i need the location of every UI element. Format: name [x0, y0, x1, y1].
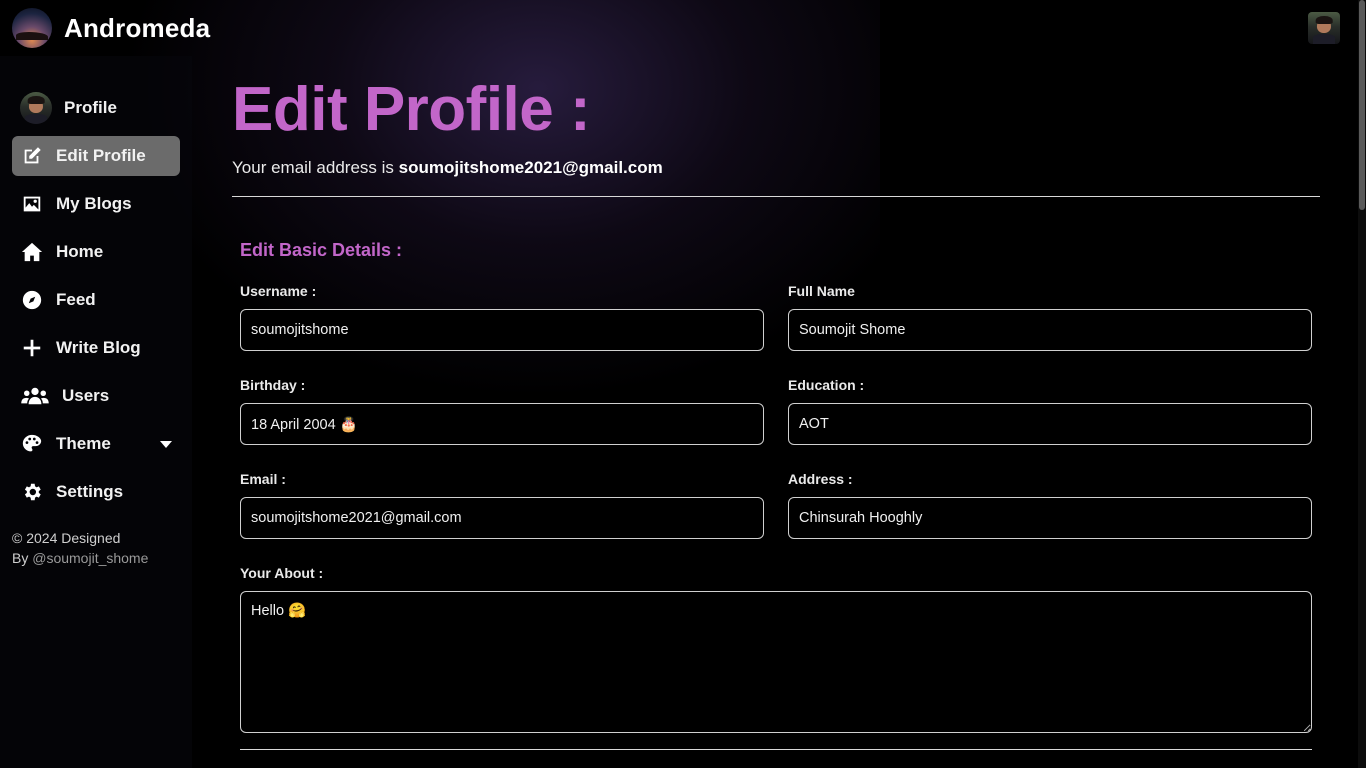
- email-notice: Your email address is soumojitshome2021@…: [232, 158, 663, 178]
- footer-by: By: [12, 550, 29, 566]
- username-field[interactable]: [240, 309, 764, 351]
- footer-handle-link[interactable]: @soumojit_shome: [32, 550, 148, 566]
- sidebar-item-edit-profile[interactable]: Edit Profile: [12, 136, 180, 176]
- user-avatar[interactable]: [1308, 12, 1340, 44]
- username-label: Username :: [240, 283, 317, 299]
- home-icon: [20, 240, 44, 264]
- sidebar: Profile Edit Profile My Blogs Home Feed …: [0, 56, 192, 768]
- footer-copyright: © 2024 Designed: [12, 530, 121, 546]
- divider: [240, 749, 1312, 750]
- profile-avatar: [20, 92, 52, 124]
- education-field[interactable]: [788, 403, 1312, 445]
- sidebar-item-label: Profile: [64, 98, 117, 117]
- sidebar-item-label: My Blogs: [56, 194, 132, 213]
- email-notice-prefix: Your email address is: [232, 158, 394, 177]
- sidebar-item-feed[interactable]: Feed: [12, 280, 180, 320]
- address-label: Address :: [788, 471, 853, 487]
- about-textarea[interactable]: Hello 🤗: [240, 591, 1312, 733]
- sidebar-item-settings[interactable]: Settings: [12, 472, 180, 512]
- sidebar-item-my-blogs[interactable]: My Blogs: [12, 184, 180, 224]
- footer-credit: By @soumojit_shome: [12, 548, 148, 568]
- full-name-label: Full Name: [788, 283, 855, 299]
- sidebar-item-profile[interactable]: Profile: [12, 88, 180, 128]
- chevron-down-icon[interactable]: [160, 440, 172, 448]
- brand-name: Andromeda: [64, 12, 211, 43]
- page-title: Edit Profile :: [232, 75, 591, 144]
- image-icon: [20, 192, 44, 216]
- section-title: Edit Basic Details :: [240, 240, 403, 260]
- brand[interactable]: Andromeda: [12, 8, 210, 48]
- birthday-label: Birthday :: [240, 377, 306, 393]
- education-label: Education :: [788, 377, 865, 393]
- gear-icon: [20, 480, 44, 504]
- sidebar-item-label: Settings: [56, 482, 124, 501]
- birthday-field[interactable]: [240, 403, 764, 445]
- sidebar-item-label: Theme: [56, 434, 111, 453]
- sidebar-item-label: Edit Profile: [56, 146, 146, 165]
- top-bar: Andromeda: [0, 0, 1366, 56]
- sidebar-item-users[interactable]: Users: [12, 376, 180, 416]
- sidebar-item-theme[interactable]: Theme: [12, 424, 180, 464]
- sidebar-item-label: Home: [56, 242, 104, 261]
- sidebar-item-label: Users: [62, 386, 110, 405]
- brand-logo: [12, 8, 52, 48]
- plus-icon: [20, 336, 44, 360]
- compass-icon: [20, 288, 44, 312]
- address-field[interactable]: [788, 497, 1312, 539]
- sidebar-item-write-blog[interactable]: Write Blog: [12, 328, 180, 368]
- users-icon: [20, 384, 50, 408]
- sidebar-item-label: Write Blog: [56, 338, 141, 357]
- scrollbar-thumb[interactable]: [1359, 0, 1365, 210]
- sidebar-item-home[interactable]: Home: [12, 232, 180, 272]
- email-field[interactable]: [240, 497, 764, 539]
- full-name-field[interactable]: [788, 309, 1312, 351]
- palette-icon: [20, 432, 44, 456]
- edit-icon: [20, 144, 44, 168]
- footer-note: © 2024 Designed By @soumojit_shome: [12, 528, 148, 568]
- divider: [232, 196, 1320, 197]
- sidebar-item-label: Feed: [56, 290, 96, 309]
- scrollbar[interactable]: [1358, 0, 1366, 768]
- email-label: Email :: [240, 471, 286, 487]
- about-label: Your About :: [240, 565, 324, 581]
- email-notice-address: soumojitshome2021@gmail.com: [398, 158, 663, 177]
